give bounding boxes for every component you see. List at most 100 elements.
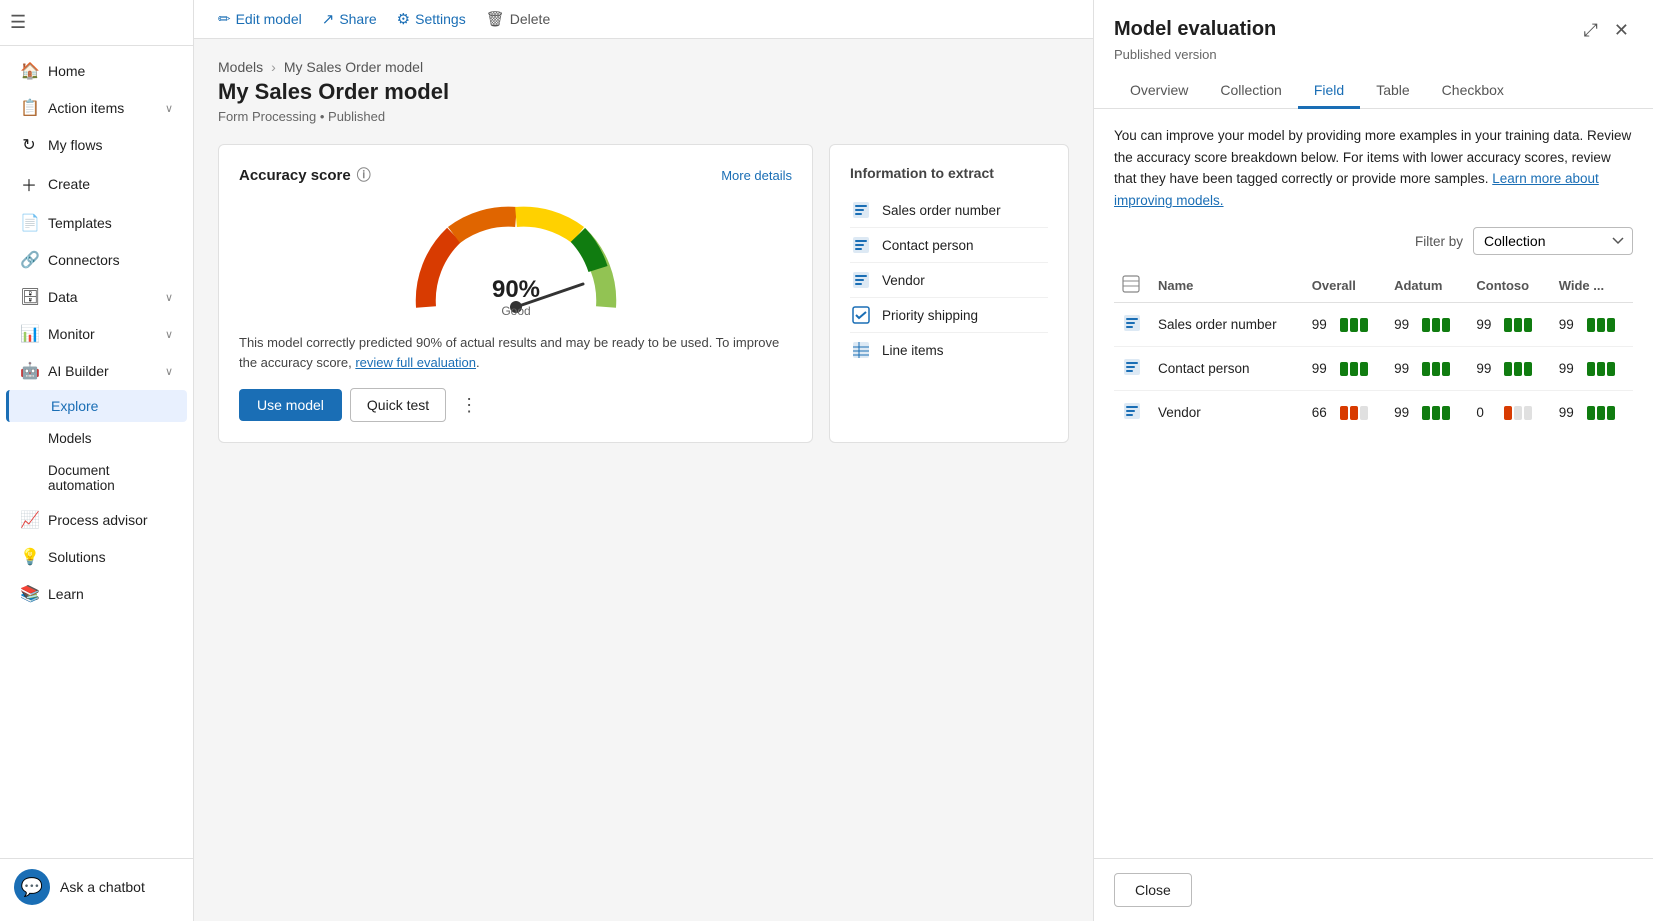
breadcrumb-current: My Sales Order model <box>284 59 423 75</box>
sidebar-item-my-flows[interactable]: ↻ My flows <box>6 127 187 163</box>
sidebar-item-explore[interactable]: Explore <box>6 390 187 422</box>
more-details-link[interactable]: More details <box>721 168 792 183</box>
settings-button[interactable]: ⚙ Settings <box>397 10 466 28</box>
bar-3 <box>1607 318 1615 332</box>
home-icon: 🏠 <box>20 61 38 81</box>
breadcrumb-parent[interactable]: Models <box>218 59 263 75</box>
breadcrumb: Models › My Sales Order model <box>218 59 1069 75</box>
filter-select[interactable]: Collection All Adatum Contoso Wide World <box>1473 227 1633 255</box>
bar-1 <box>1504 406 1512 420</box>
score-bars-green <box>1504 318 1532 332</box>
bar-2 <box>1597 406 1605 420</box>
sidebar-item-label: Learn <box>48 586 84 602</box>
sidebar-item-templates[interactable]: 📄 Templates <box>6 205 187 241</box>
bar-3 <box>1607 362 1615 376</box>
sidebar-item-models[interactable]: Models <box>6 423 187 454</box>
row-wide-col: 99 <box>1551 347 1633 391</box>
chevron-icon: ∨ <box>165 291 173 304</box>
edit-model-button[interactable]: ✏ Edit model <box>218 10 302 28</box>
create-icon: ＋ <box>20 172 38 196</box>
score-bars-green <box>1422 318 1450 332</box>
menu-icon[interactable]: ☰ <box>10 12 26 32</box>
share-label: Share <box>339 11 376 27</box>
info-item-line-items: Line items <box>850 333 1048 367</box>
sidebar-item-action-items[interactable]: 📋 Action items ∨ <box>6 90 187 126</box>
bar-1 <box>1340 362 1348 376</box>
row-name-col: Contact person <box>1150 347 1304 391</box>
tab-field[interactable]: Field <box>1298 74 1360 109</box>
row-adatum-col: 99 <box>1386 391 1468 435</box>
gauge-svg: 90% Good <box>406 197 626 327</box>
tab-collection[interactable]: Collection <box>1204 74 1297 109</box>
delete-icon: 🗑 <box>486 10 505 28</box>
score-overall: 99 <box>1312 361 1378 376</box>
score-bars-red <box>1504 406 1532 420</box>
chatbot-label: Ask a chatbot <box>60 879 145 895</box>
bar-2 <box>1432 362 1440 376</box>
table-row: Vendor 66 <box>1114 391 1633 435</box>
page-body: Models › My Sales Order model My Sales O… <box>194 39 1093 921</box>
sidebar-item-learn[interactable]: 📚 Learn <box>6 576 187 612</box>
score-adatum: 99 <box>1394 405 1460 420</box>
sidebar-item-label: Action items <box>48 100 124 116</box>
tab-checkbox[interactable]: Checkbox <box>1426 74 1520 109</box>
score-adatum: 99 <box>1394 317 1460 332</box>
more-options-button[interactable]: ⋮ <box>454 391 484 420</box>
info-item-contact-person: Contact person <box>850 228 1048 263</box>
score-wide: 99 <box>1559 361 1625 376</box>
sidebar-item-create[interactable]: ＋ Create <box>6 164 187 204</box>
score-num: 99 <box>1312 317 1334 332</box>
sidebar-item-process-advisor[interactable]: 📈 Process advisor <box>6 502 187 538</box>
bar-2 <box>1597 362 1605 376</box>
panel-subtitle: Published version <box>1114 47 1633 62</box>
sidebar: ☰ 🏠 Home 📋 Action items ∨ ↻ My flows ＋ C… <box>0 0 194 921</box>
use-model-button[interactable]: Use model <box>239 389 342 421</box>
bar-1 <box>1422 406 1430 420</box>
tab-overview[interactable]: Overview <box>1114 74 1204 109</box>
chatbot-button[interactable]: 💬 <box>14 869 50 905</box>
score-bars-green <box>1587 318 1615 332</box>
chatbot-icon: 💬 <box>21 877 43 898</box>
quick-test-button[interactable]: Quick test <box>350 388 446 422</box>
score-bars-orange <box>1340 406 1368 420</box>
tab-table[interactable]: Table <box>1360 74 1425 109</box>
row-name-col: Sales order number <box>1150 303 1304 347</box>
filter-row: Filter by Collection All Adatum Contoso … <box>1114 227 1633 255</box>
close-panel-button[interactable]: ✕ <box>1610 18 1633 43</box>
sidebar-item-monitor[interactable]: 📊 Monitor ∨ <box>6 316 187 352</box>
table-header-row: Name Overall Adatum Contoso Wide ... <box>1114 269 1633 303</box>
col-adatum: Adatum <box>1386 269 1468 303</box>
accuracy-desc-text: This model correctly predicted 90% of ac… <box>239 335 779 370</box>
share-button[interactable]: ↗ Share <box>322 10 377 28</box>
expand-panel-button[interactable]: ⤢ <box>1580 18 1602 43</box>
row-contoso-col: 99 <box>1468 347 1550 391</box>
sidebar-item-ai-builder[interactable]: 🤖 AI Builder ∨ <box>6 353 187 389</box>
col-name: Name <box>1150 269 1304 303</box>
bar-3 <box>1360 362 1368 376</box>
sidebar-item-document-automation[interactable]: Document automation <box>6 455 187 501</box>
accuracy-desc: This model correctly predicted 90% of ac… <box>239 333 792 372</box>
sidebar-item-solutions[interactable]: 💡 Solutions <box>6 539 187 575</box>
delete-button[interactable]: 🗑 Delete <box>486 10 551 28</box>
close-button[interactable]: Close <box>1114 873 1192 907</box>
score-bars-green <box>1340 318 1368 332</box>
panel-header-icons: ⤢ ✕ <box>1580 18 1634 43</box>
gauge-percent-text: 90% <box>491 276 539 303</box>
row-contoso-col: 99 <box>1468 303 1550 347</box>
row-adatum-col: 99 <box>1386 347 1468 391</box>
card-header-title: Accuracy score ⓘ <box>239 165 371 185</box>
row-overall-col: 99 <box>1304 347 1386 391</box>
info-item-vendor: Vendor <box>850 263 1048 298</box>
info-label-line-items: Line items <box>882 343 944 358</box>
sidebar-item-home[interactable]: 🏠 Home <box>6 53 187 89</box>
info-label-sales-order: Sales order number <box>882 203 1001 218</box>
score-overall: 99 <box>1312 317 1378 332</box>
info-item-sales-order: Sales order number <box>850 193 1048 228</box>
score-num: 99 <box>1394 405 1416 420</box>
bar-1 <box>1587 362 1595 376</box>
sidebar-item-connectors[interactable]: 🔗 Connectors <box>6 242 187 278</box>
sidebar-item-data[interactable]: 🗄 Data ∨ <box>6 279 187 315</box>
review-link[interactable]: review full evaluation <box>355 355 476 370</box>
data-icon: 🗄 <box>20 287 38 307</box>
bar-1 <box>1340 406 1348 420</box>
